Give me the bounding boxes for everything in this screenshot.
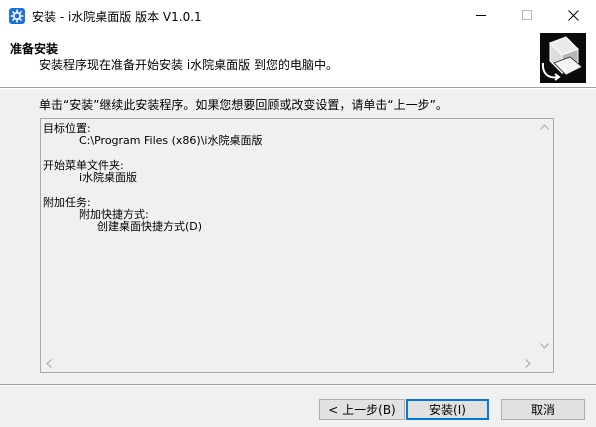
window-title: 安装 - i水院桌面版 版本 V1.0.1 bbox=[32, 10, 202, 24]
scroll-down-arrow-icon[interactable] bbox=[536, 338, 553, 355]
wizard-footer: < 上一步(B) 安装(I) 取消 bbox=[0, 386, 596, 427]
memo-tasks-item: 创建桌面快捷方式(D) bbox=[97, 220, 203, 233]
installer-app-icon bbox=[9, 8, 25, 24]
memo-startmenu-value: i水院桌面版 bbox=[79, 171, 138, 184]
ready-memo-box[interactable]: 目标位置: C:\Program Files (x86)\i水院桌面版 开始菜单… bbox=[40, 118, 554, 373]
install-button[interactable]: 安装(I) bbox=[406, 399, 489, 420]
computer-install-icon bbox=[540, 33, 586, 83]
memo-dest-value: C:\Program Files (x86)\i水院桌面版 bbox=[79, 134, 263, 147]
scroll-left-arrow-icon[interactable] bbox=[41, 355, 58, 372]
page-subtitle: 安装程序现在准备开始安装 i水院桌面版 到您的电脑中。 bbox=[39, 58, 338, 72]
horizontal-scrollbar[interactable] bbox=[41, 355, 536, 372]
close-icon bbox=[568, 10, 579, 21]
cancel-button[interactable]: 取消 bbox=[501, 399, 585, 420]
title-bar: 安装 - i水院桌面版 版本 V1.0.1 bbox=[0, 0, 596, 31]
back-button[interactable]: < 上一步(B) bbox=[319, 399, 405, 420]
close-button[interactable] bbox=[550, 0, 596, 31]
wizard-body: 单击“安装”继续此安装程序。如果您想要回顾或改变设置，请单击“上一步”。 目标位… bbox=[0, 89, 596, 384]
maximize-button[interactable] bbox=[504, 0, 550, 31]
wizard-header: 准备安装 安装程序现在准备开始安装 i水院桌面版 到您的电脑中。 bbox=[0, 31, 596, 89]
vertical-scrollbar[interactable] bbox=[536, 119, 553, 355]
instruction-text: 单击“安装”继续此安装程序。如果您想要回顾或改变设置，请单击“上一步”。 bbox=[39, 98, 448, 112]
scrollbar-corner bbox=[536, 355, 553, 372]
scroll-right-arrow-icon[interactable] bbox=[519, 355, 536, 372]
page-title: 准备安装 bbox=[10, 42, 59, 56]
memo-blank-line bbox=[43, 184, 533, 197]
memo-content: 目标位置: C:\Program Files (x86)\i水院桌面版 开始菜单… bbox=[43, 123, 533, 233]
minimize-button[interactable] bbox=[458, 0, 504, 31]
scroll-up-arrow-icon[interactable] bbox=[536, 119, 553, 136]
